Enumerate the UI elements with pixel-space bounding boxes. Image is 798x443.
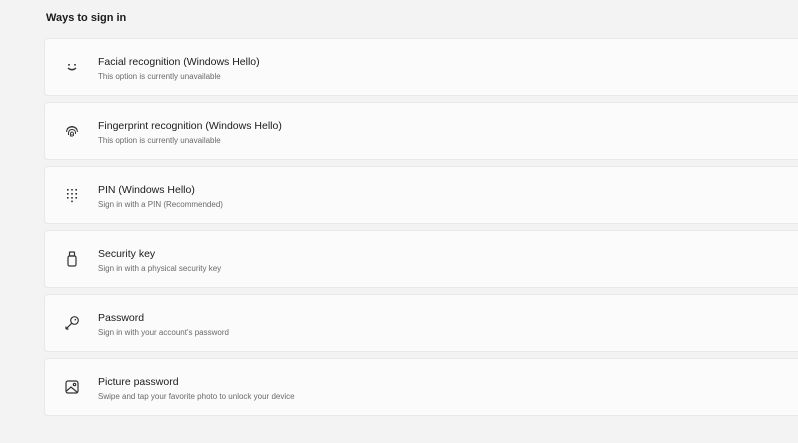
option-security-key[interactable]: Security key Sign in with a physical sec… bbox=[44, 230, 798, 288]
pin-keypad-icon bbox=[63, 186, 81, 204]
section-title: Ways to sign in bbox=[46, 12, 127, 24]
fingerprint-icon bbox=[63, 122, 81, 140]
option-title: Fingerprint recognition (Windows Hello) bbox=[98, 120, 282, 132]
option-description: Swipe and tap your favorite photo to unl… bbox=[98, 392, 295, 401]
option-description: Sign in with a physical security key bbox=[98, 264, 222, 273]
option-description: Sign in with a PIN (Recommended) bbox=[98, 200, 223, 209]
option-description: Sign in with your account's password bbox=[98, 328, 229, 337]
picture-icon bbox=[63, 378, 81, 396]
option-password[interactable]: Password Sign in with your account's pas… bbox=[44, 294, 798, 352]
sign-in-options-page: Ways to sign in Facial recognition (Wind… bbox=[0, 0, 798, 443]
option-title: Picture password bbox=[98, 376, 179, 388]
option-description: This option is currently unavailable bbox=[98, 72, 221, 81]
usb-key-icon bbox=[63, 250, 81, 268]
key-icon bbox=[63, 314, 81, 332]
option-title: Security key bbox=[98, 248, 156, 260]
option-pin[interactable]: PIN (Windows Hello) Sign in with a PIN (… bbox=[44, 166, 798, 224]
option-facial-recognition[interactable]: Facial recognition (Windows Hello) This … bbox=[44, 38, 798, 96]
option-picture-password[interactable]: Picture password Swipe and tap your favo… bbox=[44, 358, 798, 416]
option-description: This option is currently unavailable bbox=[98, 136, 221, 145]
face-icon bbox=[63, 58, 81, 76]
option-title: PIN (Windows Hello) bbox=[98, 184, 195, 196]
option-fingerprint-recognition[interactable]: Fingerprint recognition (Windows Hello) … bbox=[44, 102, 798, 160]
option-title: Facial recognition (Windows Hello) bbox=[98, 56, 260, 68]
sign-in-options-list: Facial recognition (Windows Hello) This … bbox=[44, 38, 798, 422]
option-title: Password bbox=[98, 312, 145, 324]
